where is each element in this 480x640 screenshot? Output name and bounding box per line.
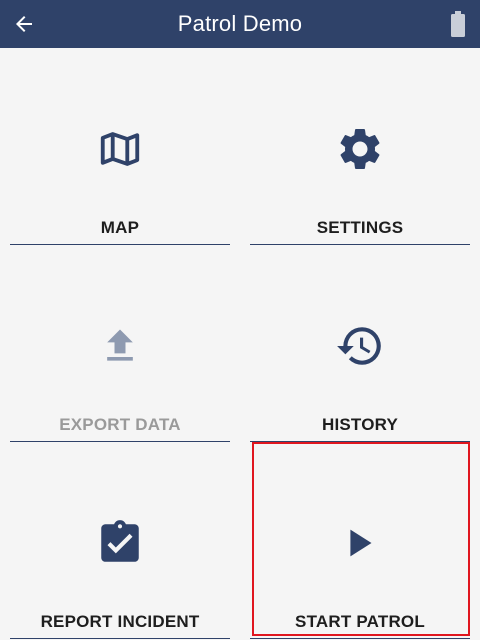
menu-grid: MAP SETTINGS EXPORT DATA HISTORY REPORT … [0, 48, 480, 640]
settings-tile[interactable]: SETTINGS [250, 48, 470, 245]
history-tile[interactable]: HISTORY [250, 245, 470, 442]
settings-label: SETTINGS [316, 218, 404, 237]
report-incident-tile[interactable]: REPORT INCIDENT [10, 442, 230, 639]
arrow-left-icon [16, 16, 32, 32]
play-icon [335, 518, 385, 568]
start-patrol-tile[interactable]: START PATROL [250, 442, 470, 639]
map-label: MAP [100, 218, 140, 237]
start-patrol-label: START PATROL [295, 612, 425, 631]
battery-icon [451, 11, 465, 37]
map-tile[interactable]: MAP [10, 48, 230, 245]
report-incident-divider [10, 638, 230, 639]
page-title: Patrol Demo [177, 11, 303, 36]
history-label: HISTORY [321, 415, 399, 434]
report-incident-label: REPORT INCIDENT [40, 612, 200, 631]
upload-icon [95, 321, 145, 371]
gear-icon [335, 124, 385, 174]
clipboard-check-icon [95, 518, 145, 568]
start-patrol-divider [250, 638, 470, 639]
export-data-label: EXPORT DATA [59, 415, 181, 434]
map-icon [95, 124, 145, 174]
battery-indicator [450, 11, 466, 37]
export-data-tile[interactable]: EXPORT DATA [10, 245, 230, 442]
history-icon [335, 321, 385, 371]
back-button[interactable] [10, 10, 38, 38]
app-bar: Patrol Demo [0, 0, 480, 48]
